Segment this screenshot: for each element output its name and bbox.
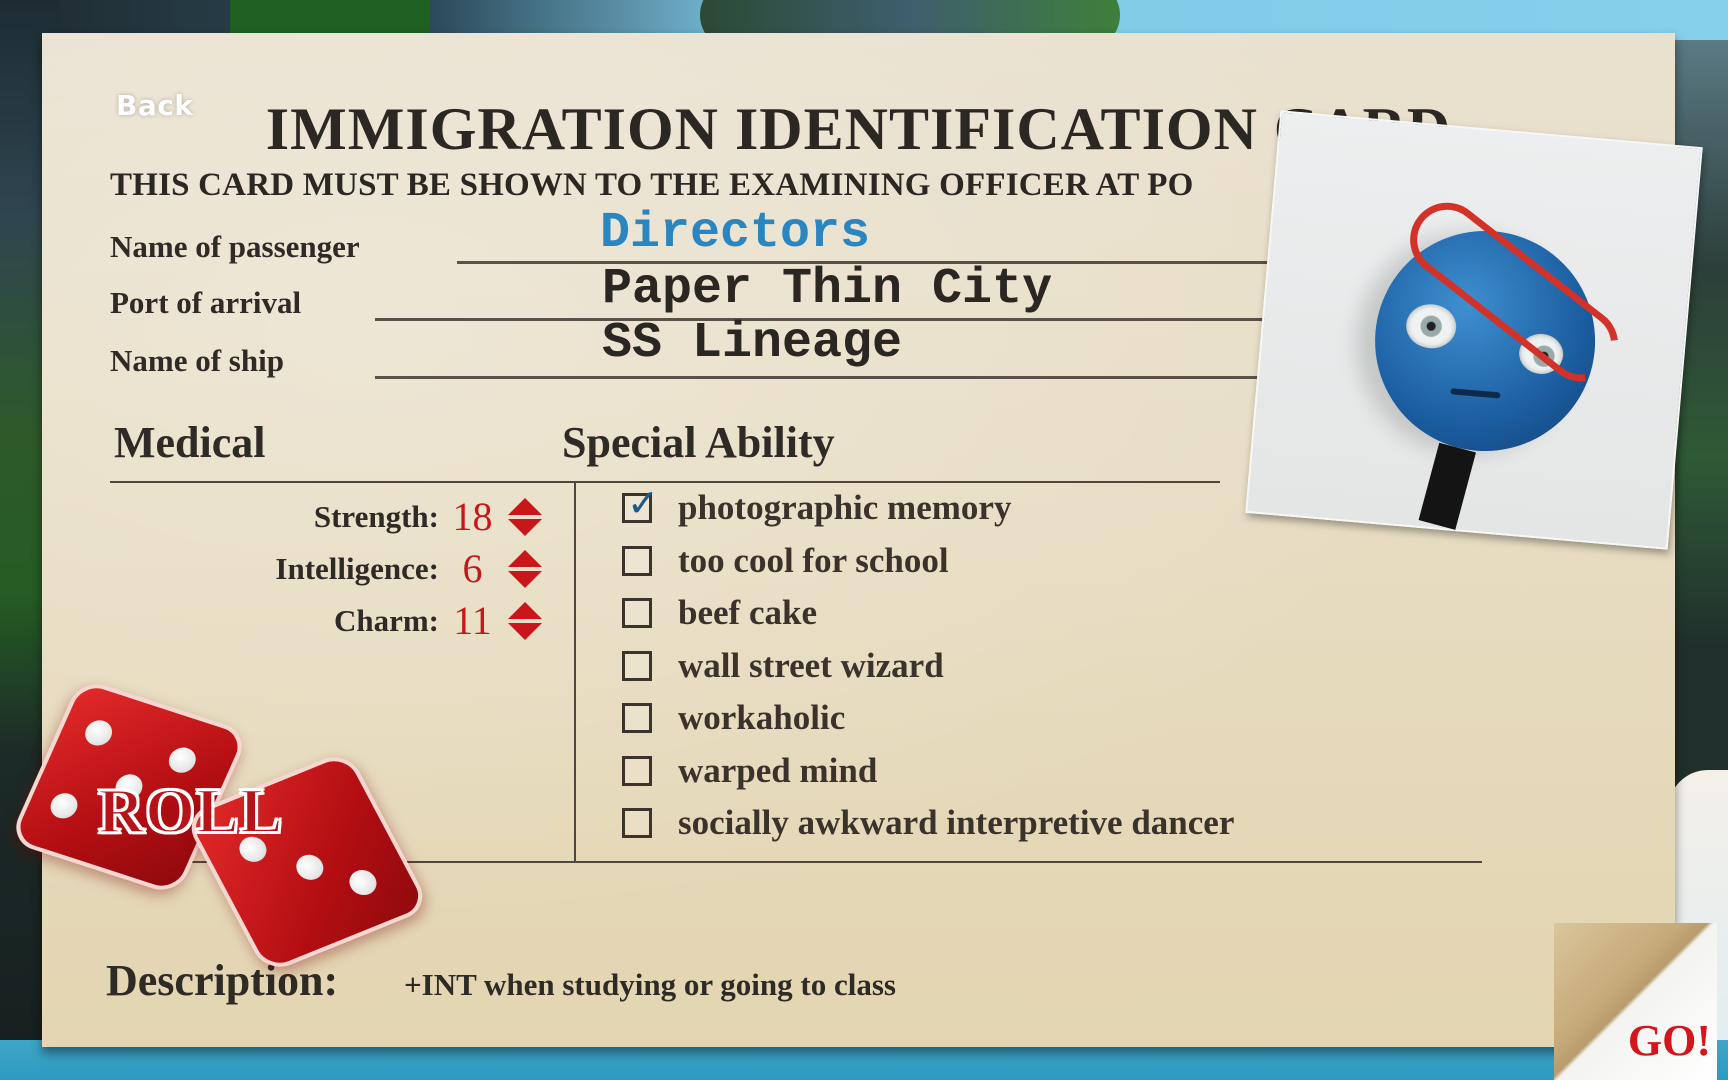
- checkbox[interactable]: [622, 650, 652, 681]
- increase-charm-arrow-icon[interactable]: [508, 601, 542, 619]
- ability-label: socially awkward interpretive dancer: [678, 803, 1235, 842]
- special-ability-title: Special Ability: [562, 418, 835, 467]
- intelligence-stepper[interactable]: [508, 549, 542, 588]
- ability-option[interactable]: warped mind: [622, 751, 877, 791]
- stat-label-strength: Strength:: [313, 498, 439, 534]
- passenger-photo: [1245, 110, 1703, 550]
- port-of-arrival-value: Paper Thin City: [602, 261, 1053, 318]
- decrease-intelligence-arrow-icon[interactable]: [508, 570, 542, 588]
- ship-name-value: SS Lineage: [602, 315, 903, 372]
- checkbox[interactable]: [622, 703, 652, 733]
- ability-option[interactable]: socially awkward interpretive dancer: [622, 803, 1234, 843]
- checkmark-icon: ✓: [627, 481, 659, 525]
- decrease-charm-arrow-icon[interactable]: [508, 622, 542, 640]
- ability-option[interactable]: too cool for school: [622, 541, 949, 581]
- passenger-name-value[interactable]: Directors: [600, 205, 870, 262]
- increase-strength-arrow-icon[interactable]: [508, 497, 542, 515]
- avatar-body: [1418, 442, 1476, 530]
- ability-label: wall street wizard: [678, 645, 944, 685]
- go-label: GO!: [1627, 1016, 1711, 1065]
- ability-label: beef cake: [678, 593, 817, 632]
- stat-value-intelligence: 6: [462, 546, 483, 591]
- ability-option[interactable]: wall street wizard: [622, 646, 944, 686]
- increase-intelligence-arrow-icon[interactable]: [508, 549, 542, 567]
- checkbox[interactable]: [622, 545, 652, 576]
- strength-stepper[interactable]: [508, 497, 542, 536]
- stat-row-strength: Strength: 18: [314, 493, 542, 540]
- section-divider-top: [110, 481, 1220, 483]
- card-subtitle-text: THIS CARD MUST BE SHOWN TO THE EXAMINING…: [110, 167, 1194, 203]
- charm-stepper[interactable]: [508, 601, 542, 640]
- stat-row-charm: Charm: 11: [334, 597, 542, 644]
- section-divider-vertical: [574, 482, 576, 862]
- stat-label-charm: Charm:: [333, 602, 439, 638]
- port-of-arrival-label: Port of arrival: [110, 285, 302, 320]
- ability-label: too cool for school: [678, 540, 949, 580]
- ability-option[interactable]: beef cake: [622, 593, 817, 633]
- checkbox-checked[interactable]: ✓: [622, 484, 659, 523]
- stat-value-strength: 18: [452, 494, 493, 539]
- passenger-name-label: Name of passenger: [110, 229, 360, 264]
- checkbox[interactable]: [622, 755, 652, 786]
- checkbox[interactable]: [622, 598, 652, 628]
- go-button[interactable]: GO!: [1554, 923, 1717, 1080]
- ability-option[interactable]: ✓ photographic memory: [622, 484, 1012, 528]
- ability-label: photographic memory: [678, 488, 1012, 527]
- stat-value-charm: 11: [453, 598, 492, 643]
- ability-option[interactable]: workaholic: [622, 698, 845, 738]
- medical-title: Medical: [114, 418, 266, 467]
- ship-name-line: [375, 376, 1317, 379]
- avatar-mouth: [1450, 388, 1501, 399]
- description-label: Description:: [106, 956, 339, 1005]
- stat-row-intelligence: Intelligence: 6: [275, 545, 542, 592]
- avatar-left-eye: [1404, 302, 1458, 351]
- stat-label-intelligence: Intelligence:: [275, 550, 439, 586]
- ability-label: workaholic: [678, 698, 846, 737]
- checkbox[interactable]: [622, 808, 652, 838]
- ship-name-label: Name of ship: [110, 343, 284, 378]
- roll-button[interactable]: ROLL: [7, 677, 432, 975]
- roll-label: ROLL: [97, 774, 284, 847]
- card-subtitle: THIS CARD MUST BE SHOWN TO THE EXAMINING…: [110, 167, 1471, 204]
- description-text: +INT when studying or going to class: [404, 967, 896, 1002]
- ability-label: warped mind: [678, 750, 878, 790]
- decrease-strength-arrow-icon[interactable]: [508, 518, 542, 536]
